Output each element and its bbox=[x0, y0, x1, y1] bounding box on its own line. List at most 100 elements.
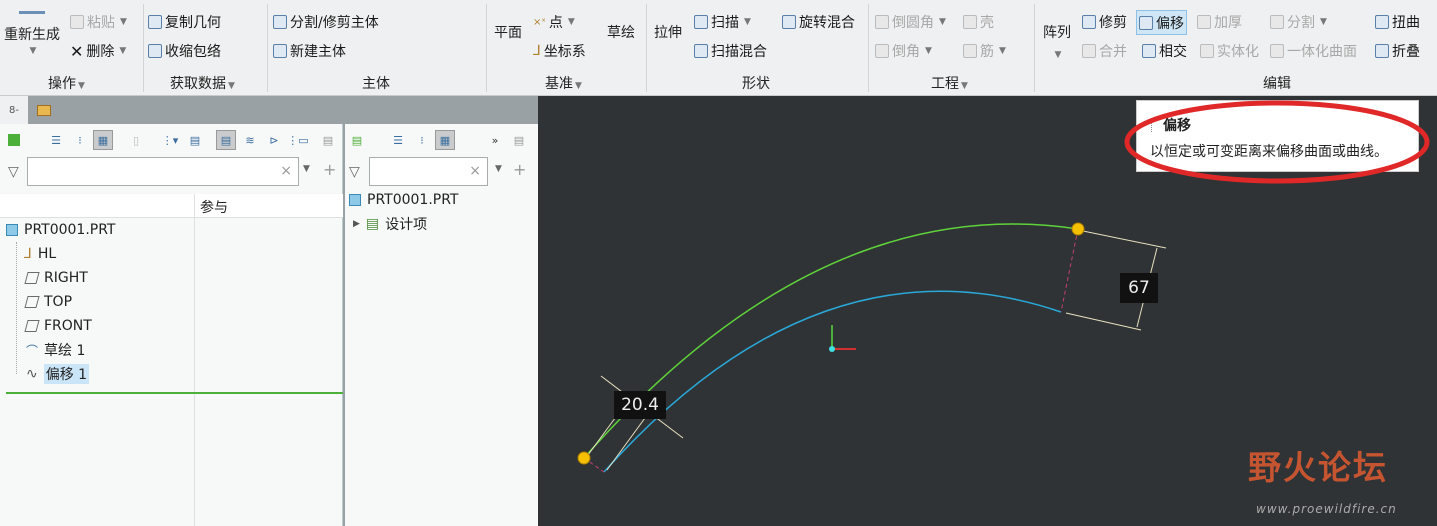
thicken-button[interactable]: 加厚 bbox=[1197, 11, 1242, 33]
collapse-all-icon[interactable]: ⁝ bbox=[412, 130, 432, 150]
sketch-button[interactable]: 草绘 bbox=[607, 22, 635, 42]
delete-icon: ✕ bbox=[70, 41, 84, 61]
group-datum[interactable]: 基准 ▼ bbox=[545, 73, 582, 93]
expand-all-icon[interactable]: ☰ bbox=[388, 130, 408, 150]
offset-curve bbox=[603, 290, 1062, 473]
pattern-button[interactable]: 阵列 ▼ bbox=[1043, 22, 1071, 60]
paste-button[interactable]: 粘贴 ▼ bbox=[70, 11, 127, 33]
tree-item-part[interactable]: PRT0001.PRT bbox=[349, 189, 459, 211]
group-shapes: 形状 bbox=[742, 76, 770, 92]
tree-filter-icon[interactable]: ⋮▾ bbox=[160, 130, 180, 150]
tree-item-sketch[interactable]: ⌒ 草绘 1 bbox=[26, 339, 85, 361]
detail-tree-panel: ▤ ☰ ⁝ ▦ » ▤ ▽ × ▼ + PRT0001.PRT ▶ ▤ 设计项 bbox=[345, 124, 538, 526]
split-body-icon bbox=[273, 15, 287, 29]
folder-tree-icon[interactable]: ⋮▭ bbox=[287, 130, 308, 150]
merge-button[interactable]: 合并 bbox=[1082, 40, 1127, 62]
copy-geometry-button[interactable]: 复制几何 bbox=[148, 11, 221, 33]
lock-icon[interactable]: ▯ bbox=[126, 130, 146, 150]
detail-search-input[interactable]: × bbox=[369, 157, 488, 186]
datum-plane-icon bbox=[24, 272, 40, 284]
select-tree-icon[interactable]: ⊳ bbox=[264, 130, 284, 150]
plane-button[interactable]: 平面 bbox=[494, 22, 522, 42]
show-columns-icon[interactable]: ▦ bbox=[435, 130, 455, 150]
sweep-button[interactable]: 扫描 ▼ bbox=[694, 11, 751, 33]
tree-columns-icon[interactable]: ▤ bbox=[185, 130, 205, 150]
settings-icon[interactable]: ▤ bbox=[509, 130, 529, 150]
csys-icon: ⅃ bbox=[533, 43, 541, 59]
filter-dropdown-icon[interactable]: ▼ bbox=[303, 164, 310, 174]
fold-button[interactable]: 折叠 bbox=[1375, 40, 1420, 62]
group-eng[interactable]: 工程 ▼ bbox=[931, 73, 968, 93]
expand-arrow-icon[interactable]: ▶ bbox=[353, 219, 360, 229]
filter-dropdown-icon[interactable]: ▼ bbox=[495, 164, 502, 174]
round-button[interactable]: 倒圆角 ▼ bbox=[875, 11, 946, 33]
trim-button[interactable]: 修剪 bbox=[1082, 11, 1127, 33]
offset-button[interactable]: 偏移 bbox=[1136, 10, 1187, 35]
chamfer-icon bbox=[875, 44, 889, 58]
csys-button[interactable]: ⅃ 坐标系 bbox=[533, 40, 586, 62]
swept-blend-icon bbox=[694, 44, 708, 58]
split-button[interactable]: 分割 ▼ bbox=[1270, 11, 1327, 33]
intersect-button[interactable]: 相交 bbox=[1142, 40, 1187, 62]
feature-list-icon[interactable]: ▤ bbox=[216, 130, 236, 150]
feature-list-icon[interactable]: ▤ bbox=[347, 130, 367, 150]
tree-item-front[interactable]: FRONT bbox=[24, 315, 92, 337]
point-button[interactable]: ×ˣ 点 ▼ bbox=[533, 11, 575, 33]
expand-all-icon[interactable]: ☰ bbox=[46, 130, 66, 150]
collapse-all-icon[interactable]: ⁝ bbox=[70, 130, 90, 150]
insert-indicator[interactable] bbox=[6, 392, 343, 394]
swept-blend-button[interactable]: 扫描混合 bbox=[694, 40, 767, 62]
filter-icon: ▽ bbox=[349, 164, 360, 180]
model-tree-tab[interactable]: 8- bbox=[0, 96, 28, 124]
watermark-logo: 野火论坛 bbox=[1248, 448, 1388, 487]
shell-button[interactable]: 壳 bbox=[963, 11, 994, 33]
point-icon: ×ˣ bbox=[533, 16, 546, 28]
round-icon bbox=[875, 15, 889, 29]
merge-icon bbox=[1082, 44, 1096, 58]
tree-search-input[interactable]: × bbox=[27, 157, 299, 186]
rotational-blend-button[interactable]: 旋转混合 bbox=[782, 11, 855, 33]
tree-item-offset[interactable]: ∿ 偏移 1 bbox=[26, 363, 90, 385]
body-icon[interactable] bbox=[4, 130, 24, 150]
fold-icon bbox=[1375, 44, 1389, 58]
clear-icon[interactable]: × bbox=[469, 163, 481, 179]
regenerate-button[interactable]: 重新生成 ▼ bbox=[2, 0, 62, 56]
intersect-icon bbox=[1142, 44, 1156, 58]
solidify-button[interactable]: 实体化 bbox=[1200, 40, 1259, 62]
group-ops[interactable]: 操作 ▼ bbox=[48, 73, 85, 93]
sweep-icon bbox=[694, 15, 708, 29]
length-dimension[interactable]: 67 bbox=[1120, 273, 1158, 303]
clear-icon[interactable]: × bbox=[280, 163, 292, 179]
offset-dimension[interactable]: 20.4 bbox=[614, 391, 666, 419]
tree-item-top[interactable]: TOP bbox=[24, 291, 72, 313]
delete-button[interactable]: ✕ 删除 ▼ bbox=[70, 40, 126, 62]
add-filter-icon[interactable]: + bbox=[513, 160, 526, 179]
tree-item-part[interactable]: PRT0001.PRT bbox=[6, 219, 116, 241]
rib-button[interactable]: 筋 ▼ bbox=[963, 40, 1006, 62]
solidify-icon bbox=[1200, 44, 1214, 58]
extrude-button[interactable]: 拉伸 bbox=[654, 22, 682, 42]
group-edit: 编辑 bbox=[1263, 76, 1291, 92]
split-trim-body-button[interactable]: 分割/修剪主体 bbox=[273, 11, 379, 33]
column-header-participate[interactable]: 参与 bbox=[200, 197, 228, 217]
settings-icon[interactable]: ▤ bbox=[318, 130, 338, 150]
show-columns-icon[interactable]: ▦ bbox=[93, 130, 113, 150]
chamfer-button[interactable]: 倒角 ▼ bbox=[875, 40, 932, 62]
group-getdata[interactable]: 获取数据 ▼ bbox=[170, 73, 235, 93]
folder-browser-tab[interactable] bbox=[30, 96, 58, 124]
warp-button[interactable]: 扭曲 bbox=[1375, 11, 1420, 33]
paste-icon bbox=[70, 15, 84, 29]
rib-icon bbox=[963, 44, 977, 58]
new-body-icon bbox=[273, 44, 287, 58]
new-body-button[interactable]: 新建主体 bbox=[273, 40, 346, 62]
add-filter-icon[interactable]: + bbox=[323, 160, 336, 179]
tree-item-hl[interactable]: ⅃ HL bbox=[24, 243, 56, 265]
csys-icon: ⅃ bbox=[24, 246, 32, 262]
shrinkwrap-button[interactable]: 收缩包络 bbox=[148, 40, 221, 62]
unify-surface-button[interactable]: 一体化曲面 bbox=[1270, 40, 1357, 62]
tree-item-right[interactable]: RIGHT bbox=[24, 267, 88, 289]
csys-origin bbox=[829, 346, 835, 352]
tree-item-design-items[interactable]: ▶ ▤ 设计项 bbox=[353, 213, 427, 235]
more-icon[interactable]: » bbox=[485, 130, 505, 150]
layers-icon[interactable]: ≋ bbox=[240, 130, 260, 150]
